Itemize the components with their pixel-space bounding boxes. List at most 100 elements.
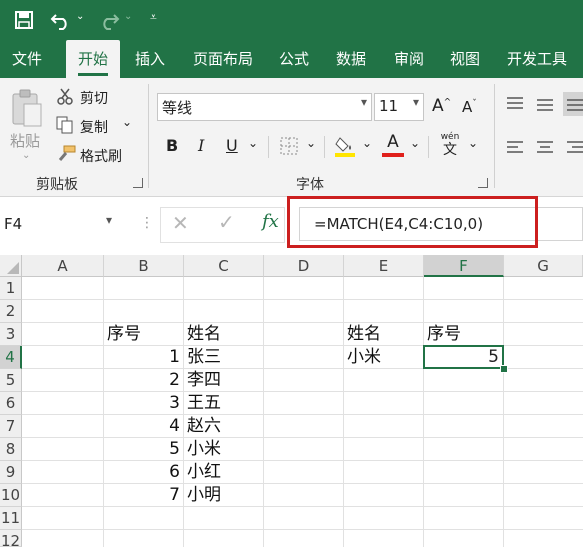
copy-dropdown-icon[interactable]: ⌄ [122, 115, 132, 129]
copy-label[interactable]: 复制 [80, 117, 108, 137]
select-all-button[interactable] [0, 255, 22, 277]
column-header-a[interactable]: A [22, 255, 104, 277]
align-middle-icon[interactable] [536, 98, 554, 112]
column-header-e[interactable]: E [344, 255, 424, 277]
customize-toolbar-icon[interactable]: ⩡ [150, 10, 157, 25]
row-header-2[interactable]: 2 [0, 300, 22, 323]
insert-function-icon[interactable]: fx [262, 211, 279, 232]
cell-b3[interactable]: 序号 [107, 323, 141, 346]
row-header-7[interactable]: 7 [0, 415, 22, 438]
cell-c6[interactable]: 王五 [187, 392, 221, 415]
cell-b8[interactable]: 5 [104, 438, 180, 461]
column-header-b[interactable]: B [104, 255, 184, 277]
font-color-dropdown-icon[interactable]: ⌄ [410, 136, 420, 150]
name-box[interactable]: F4 ▾ [0, 211, 122, 239]
paste-icon[interactable] [10, 88, 44, 128]
cell-f3[interactable]: 序号 [427, 323, 461, 346]
paste-dropdown-icon[interactable]: ⌄ [22, 150, 30, 161]
italic-button[interactable]: I [198, 136, 204, 155]
tab-home[interactable]: 开始 [66, 40, 120, 78]
column-header-f[interactable]: F [424, 255, 504, 277]
fill-handle[interactable] [500, 365, 508, 373]
row-header-6[interactable]: 6 [0, 392, 22, 415]
undo-icon[interactable] [50, 9, 72, 31]
cell-c9[interactable]: 小红 [187, 461, 221, 484]
active-cell-f4[interactable]: 5 [423, 345, 504, 369]
cell-b7[interactable]: 4 [104, 415, 180, 438]
cell-c8[interactable]: 小米 [187, 438, 221, 461]
align-bottom-button[interactable] [563, 92, 583, 116]
tab-view[interactable]: 视图 [444, 40, 486, 78]
cell-c5[interactable]: 李四 [187, 369, 221, 392]
clipboard-launcher-icon[interactable] [133, 178, 143, 188]
align-right-icon[interactable] [566, 140, 583, 154]
cell-b9[interactable]: 6 [104, 461, 180, 484]
row-header-3[interactable]: 3 [0, 323, 22, 346]
font-color-icon[interactable]: A [382, 132, 404, 158]
save-icon[interactable] [14, 10, 34, 30]
undo-dropdown-icon[interactable]: ⌄ [76, 11, 84, 22]
align-center-icon[interactable] [536, 140, 554, 154]
ribbon-separator [268, 136, 269, 158]
cell-b10[interactable]: 7 [104, 484, 180, 507]
row-header-1[interactable]: 1 [0, 277, 22, 300]
enter-icon[interactable]: ✓ [218, 210, 235, 234]
font-name-dropdown[interactable]: 等线 ▾ [157, 93, 372, 121]
column-header-g[interactable]: G [504, 255, 583, 277]
row-header-11[interactable]: 11 [0, 507, 22, 530]
underline-dropdown-icon[interactable]: ⌄ [248, 136, 258, 150]
font-name-value: 等线 [162, 99, 193, 117]
ribbon-separator [324, 136, 325, 158]
font-size-dropdown[interactable]: 11 ▾ [374, 93, 424, 121]
fill-color-dropdown-icon[interactable]: ⌄ [362, 136, 372, 150]
font-launcher-icon[interactable] [478, 178, 488, 188]
cell-f4-value: 5 [488, 347, 499, 367]
align-bottom-icon [567, 99, 583, 111]
cut-label[interactable]: 剪切 [80, 88, 108, 108]
row-header-10[interactable]: 10 [0, 484, 22, 507]
align-left-icon[interactable] [506, 140, 524, 154]
format-painter-icon[interactable] [56, 144, 76, 162]
cut-icon[interactable] [56, 88, 74, 106]
format-painter-label[interactable]: 格式刷 [80, 146, 122, 166]
row-header-5[interactable]: 5 [0, 369, 22, 392]
cell-c7[interactable]: 赵六 [187, 415, 221, 438]
ribbon-tabs: 文件 开始 插入 页面布局 公式 数据 审阅 视图 开发工具 [0, 40, 583, 78]
cell-c10[interactable]: 小明 [187, 484, 221, 507]
copy-icon[interactable] [56, 116, 74, 134]
tab-file[interactable]: 文件 [6, 40, 48, 78]
chevron-down-icon: ▾ [106, 213, 113, 227]
borders-icon[interactable] [280, 137, 298, 155]
row-header-4[interactable]: 4 [0, 346, 22, 369]
grow-font-icon[interactable]: A^ [432, 96, 451, 116]
underline-button[interactable]: U [226, 136, 238, 155]
phonetic-dropdown-icon[interactable]: ⌄ [468, 136, 478, 150]
cell-e4[interactable]: 小米 [347, 346, 381, 369]
cell-c4[interactable]: 张三 [187, 346, 221, 369]
tab-review[interactable]: 审阅 [388, 40, 430, 78]
cancel-icon[interactable]: ✕ [172, 211, 189, 235]
tab-insert[interactable]: 插入 [128, 40, 172, 78]
tab-formulas[interactable]: 公式 [274, 40, 314, 78]
row-header-12[interactable]: 12 [0, 530, 22, 550]
borders-dropdown-icon[interactable]: ⌄ [306, 136, 316, 150]
column-header-c[interactable]: C [184, 255, 264, 277]
align-top-icon[interactable] [506, 96, 524, 110]
cell-c3[interactable]: 姓名 [187, 323, 221, 346]
column-header-d[interactable]: D [264, 255, 344, 277]
tab-home-label: 开始 [77, 50, 108, 76]
paste-label[interactable]: 粘贴 [10, 130, 40, 151]
tab-data[interactable]: 数据 [330, 40, 372, 78]
cell-e3[interactable]: 姓名 [347, 323, 381, 346]
phonetic-guide-icon[interactable]: wén 文 [438, 132, 462, 160]
tab-developer[interactable]: 开发工具 [500, 40, 574, 78]
bold-button[interactable]: B [166, 136, 178, 155]
fill-color-icon[interactable] [334, 134, 358, 158]
shrink-font-icon[interactable]: Aˇ [462, 98, 477, 116]
cell-b6[interactable]: 3 [104, 392, 180, 415]
cell-b5[interactable]: 2 [104, 369, 180, 392]
row-header-9[interactable]: 9 [0, 461, 22, 484]
cell-b4[interactable]: 1 [104, 346, 180, 369]
row-header-8[interactable]: 8 [0, 438, 22, 461]
tab-page-layout[interactable]: 页面布局 [186, 40, 260, 78]
